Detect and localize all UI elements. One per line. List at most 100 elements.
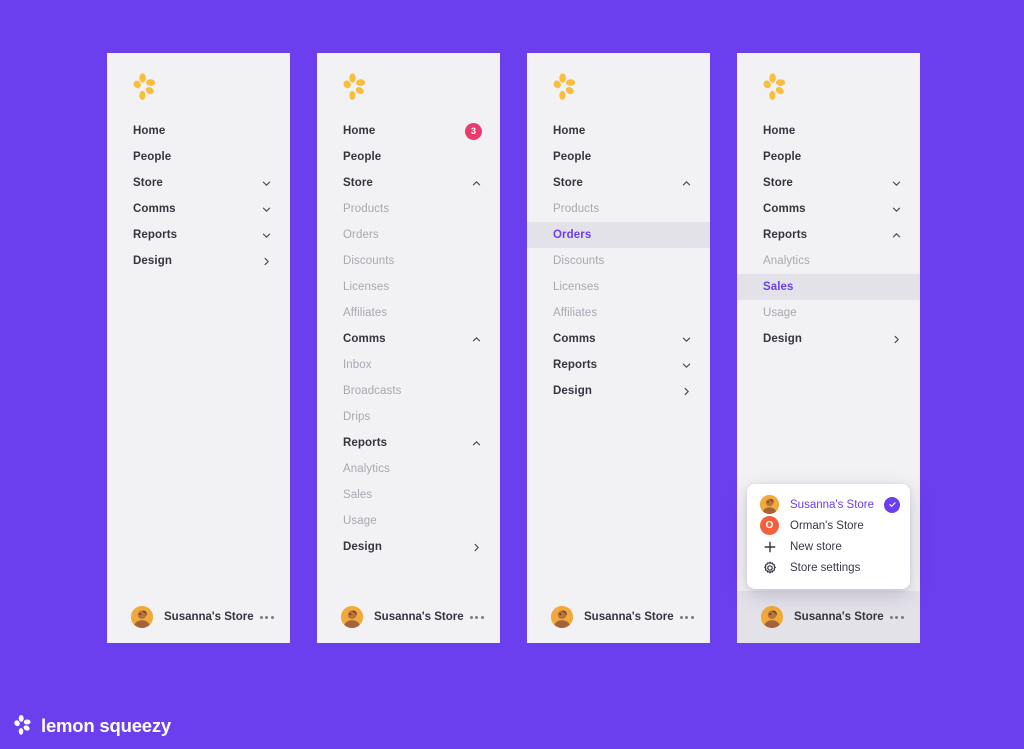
sidebar-item-reports[interactable]: Reports (527, 352, 710, 378)
chevron-down-icon[interactable] (681, 334, 692, 345)
sidebar-item-people[interactable]: People (737, 144, 920, 170)
sidebar-item-label: People (343, 151, 382, 163)
sidebar-item-analytics[interactable]: Analytics (737, 248, 920, 274)
sidebar-item-broadcasts[interactable]: Broadcasts (317, 378, 500, 404)
check-icon (884, 496, 900, 513)
chevron-down-icon[interactable] (261, 230, 272, 241)
sidebar-item-label: Comms (763, 203, 806, 215)
lemon-squeezy-mark-icon (133, 73, 157, 103)
sidebar-item-orders[interactable]: Orders (317, 222, 500, 248)
chevron-up-icon[interactable] (471, 438, 482, 449)
chevron-right-icon[interactable] (471, 542, 482, 553)
chevron-down-icon[interactable] (261, 204, 272, 215)
chevron-down-icon[interactable] (261, 178, 272, 189)
store-switcher-button[interactable]: Susanna's Store (527, 591, 710, 643)
sidebar-item-label: Reports (133, 229, 178, 241)
sidebar-item-label: Reports (343, 437, 388, 449)
chevron-up-icon[interactable] (471, 334, 482, 345)
sidebar-item-usage[interactable]: Usage (317, 508, 500, 534)
sidebar-item-affiliates[interactable]: Affiliates (317, 300, 500, 326)
sidebar-item-store[interactable]: Store (107, 170, 290, 196)
sidebar-item-home[interactable]: Home (737, 118, 920, 144)
sidebar-item-label: Usage (343, 515, 377, 527)
chevron-up-icon[interactable] (891, 230, 902, 241)
sidebar-item-discounts[interactable]: Discounts (317, 248, 500, 274)
more-horizontal-icon[interactable] (464, 615, 484, 619)
sidebar-item-store[interactable]: Store (737, 170, 920, 196)
chevron-down-icon[interactable] (891, 204, 902, 215)
store-name: Susanna's Store (584, 611, 674, 623)
sidebar-item-label: Home (133, 125, 166, 137)
avatar (761, 606, 783, 628)
sidebar-item-design[interactable]: Design (737, 326, 920, 352)
store-name: Susanna's Store (794, 611, 884, 623)
sidebar-item-label: Products (553, 203, 600, 215)
sidebar-item-home[interactable]: Home (527, 118, 710, 144)
chevron-up-icon[interactable] (471, 178, 482, 189)
sidebar-item-orders[interactable]: Orders (527, 222, 710, 248)
chevron-down-icon[interactable] (681, 360, 692, 371)
sidebar-item-comms[interactable]: Comms (527, 326, 710, 352)
sidebar-item-label: Store (763, 177, 793, 189)
sidebar-item-sales[interactable]: Sales (317, 482, 500, 508)
store-popup-item-orman-s-store[interactable]: O Orman's Store (747, 515, 910, 536)
sidebar-item-people[interactable]: People (317, 144, 500, 170)
store-switcher-button[interactable]: Susanna's Store (107, 591, 290, 643)
lemon-squeezy-mark-icon (343, 73, 367, 103)
notification-badge: 3 (465, 122, 482, 140)
sidebar-item-licenses[interactable]: Licenses (527, 274, 710, 300)
store-popup-item-store-settings[interactable]: Store settings (747, 557, 910, 578)
store-popup-item-susanna-s-store[interactable]: Susanna's Store (747, 494, 910, 515)
sidebar-item-design[interactable]: Design (107, 248, 290, 274)
sidebar-item-sales[interactable]: Sales (737, 274, 920, 300)
chevron-right-icon[interactable] (261, 256, 272, 267)
more-horizontal-icon[interactable] (884, 615, 904, 619)
store-switcher-button[interactable]: Susanna's Store (737, 591, 920, 643)
store-switcher-button[interactable]: Susanna's Store (317, 591, 500, 643)
chevron-right-icon[interactable] (891, 334, 902, 345)
sidebar-item-comms[interactable]: Comms (737, 196, 920, 222)
sidebar-item-products[interactable]: Products (527, 196, 710, 222)
sidebar-item-label: Inbox (343, 359, 372, 371)
sidebar-item-label: Affiliates (553, 307, 598, 319)
sidebar-item-label: Products (343, 203, 390, 215)
sidebar-item-comms[interactable]: Comms (317, 326, 500, 352)
sidebar-item-label: Comms (553, 333, 596, 345)
store-switcher-popup[interactable]: Susanna's Store O Orman's Store New store St… (747, 484, 910, 589)
sidebar-item-label: Home (343, 125, 376, 137)
sidebar-item-reports[interactable]: Reports (737, 222, 920, 248)
letter-avatar-icon: O (760, 516, 779, 535)
sidebar-panel-1: Home People Store Comms Reports Design Susanna… (107, 53, 290, 643)
chevron-up-icon[interactable] (681, 178, 692, 189)
sidebar-item-inbox[interactable]: Inbox (317, 352, 500, 378)
sidebar-item-discounts[interactable]: Discounts (527, 248, 710, 274)
sidebar-item-label: Design (133, 255, 172, 267)
store-popup-item-new-store[interactable]: New store (747, 536, 910, 557)
sidebar-item-reports[interactable]: Reports (107, 222, 290, 248)
sidebar-item-licenses[interactable]: Licenses (317, 274, 500, 300)
sidebar-item-analytics[interactable]: Analytics (317, 456, 500, 482)
sidebar-item-home[interactable]: Home 3 (317, 118, 500, 144)
store-popup-item-label: New store (790, 540, 842, 553)
sidebar-item-design[interactable]: Design (317, 534, 500, 560)
sidebar-item-products[interactable]: Products (317, 196, 500, 222)
chevron-right-icon[interactable] (681, 386, 692, 397)
sidebar-item-label: Reports (763, 229, 808, 241)
store-name: Susanna's Store (374, 611, 464, 623)
sidebar-item-usage[interactable]: Usage (737, 300, 920, 326)
more-horizontal-icon[interactable] (254, 615, 274, 619)
chevron-down-icon[interactable] (891, 178, 902, 189)
sidebar-item-store[interactable]: Store (317, 170, 500, 196)
sidebar-item-people[interactable]: People (527, 144, 710, 170)
sidebar-item-label: Analytics (343, 463, 390, 475)
sidebar-item-reports[interactable]: Reports (317, 430, 500, 456)
sidebar-item-affiliates[interactable]: Affiliates (527, 300, 710, 326)
sidebar-item-design[interactable]: Design (527, 378, 710, 404)
sidebar-item-drips[interactable]: Drips (317, 404, 500, 430)
sidebar-item-store[interactable]: Store (527, 170, 710, 196)
sidebar-item-people[interactable]: People (107, 144, 290, 170)
sidebar-item-comms[interactable]: Comms (107, 196, 290, 222)
sidebar-item-home[interactable]: Home (107, 118, 290, 144)
more-horizontal-icon[interactable] (674, 615, 694, 619)
sidebar-item-label: Design (553, 385, 592, 397)
